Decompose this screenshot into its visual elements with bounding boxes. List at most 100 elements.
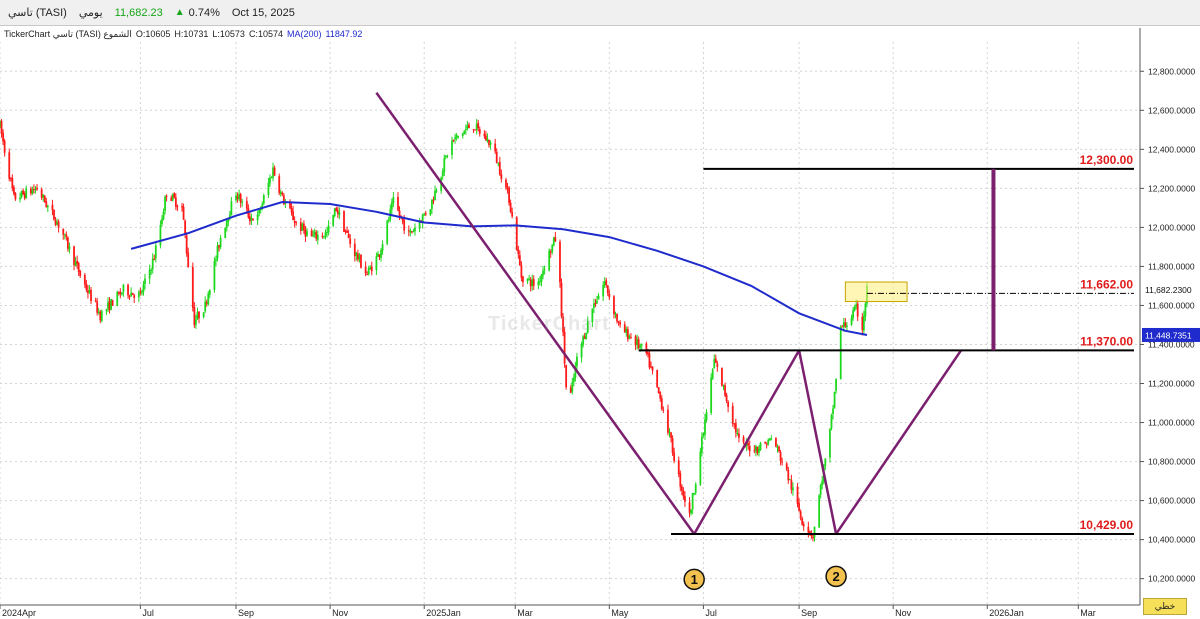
candle-body xyxy=(580,343,583,358)
candle-body xyxy=(153,259,156,261)
candle-body xyxy=(238,194,241,200)
y-tick-label: 11,800.0000 xyxy=(1148,261,1195,271)
candle-body xyxy=(515,217,518,251)
candle-body xyxy=(670,432,672,439)
candle-body xyxy=(241,201,244,203)
candle-body xyxy=(667,409,669,433)
candle-body xyxy=(355,252,358,256)
x-tick-label: Nov xyxy=(332,608,349,618)
candle-body xyxy=(738,433,740,438)
candle-body xyxy=(110,299,112,310)
candle-body xyxy=(441,171,444,177)
candle-body xyxy=(637,339,640,349)
candle-body xyxy=(626,328,629,340)
candle-body xyxy=(185,235,188,254)
candle-body xyxy=(548,250,551,271)
candle-body xyxy=(46,205,49,208)
candle-body xyxy=(392,197,395,204)
candle-body xyxy=(468,124,470,129)
candle-body xyxy=(8,152,11,179)
candle-body xyxy=(528,278,531,280)
candle-body xyxy=(560,282,563,317)
candle-body xyxy=(571,382,574,392)
candle-body xyxy=(540,274,543,282)
candle-body xyxy=(799,511,802,518)
candle-body xyxy=(312,235,315,237)
price-chart[interactable]: 12,300.00 11,662.00 11,370.00 10,429.00 1 2 1… xyxy=(0,0,1200,619)
candle-body xyxy=(821,480,824,485)
candle-body xyxy=(494,143,497,152)
ma-price-tag: 11,448.7351 xyxy=(1145,330,1192,340)
candle-body xyxy=(295,222,298,224)
candle-body xyxy=(184,220,187,235)
candle-body xyxy=(31,189,34,194)
candle-body xyxy=(360,254,362,268)
candle-body xyxy=(410,231,413,233)
candle-body xyxy=(22,190,25,195)
candle-body xyxy=(224,227,227,238)
candle-body xyxy=(182,206,185,220)
candle-body xyxy=(205,302,208,304)
candle-body xyxy=(796,486,799,504)
candle-body xyxy=(677,460,680,475)
candle-body xyxy=(636,339,639,345)
candle-body xyxy=(787,470,790,481)
candle-body xyxy=(647,352,649,354)
current-price-tag: 11,682.2300 xyxy=(1145,285,1192,295)
candle-body xyxy=(34,188,37,190)
candle-body xyxy=(407,230,410,232)
candle-body xyxy=(700,436,703,453)
candle-body xyxy=(218,245,220,248)
candle-body xyxy=(759,442,762,450)
candle-body xyxy=(315,232,318,239)
candle-body xyxy=(705,412,708,421)
candle-body xyxy=(596,300,598,304)
candle-body xyxy=(292,211,294,221)
pattern-line xyxy=(835,349,963,535)
candle-body xyxy=(20,190,23,198)
candle-body xyxy=(693,493,696,495)
candle-body xyxy=(798,503,800,511)
candle-body xyxy=(87,290,89,294)
candle-body xyxy=(434,190,436,201)
candle-body xyxy=(161,218,163,225)
candle-body xyxy=(171,194,174,201)
candle-body xyxy=(722,385,725,387)
candle-body xyxy=(51,204,54,211)
candle-body xyxy=(563,331,566,364)
candle-body xyxy=(770,438,773,440)
x-tick-label: 2026Jan xyxy=(989,608,1024,618)
candle-body xyxy=(83,274,86,285)
candle-body xyxy=(219,237,222,248)
candle-body xyxy=(53,209,55,220)
candle-body xyxy=(645,343,648,354)
candle-body xyxy=(343,211,345,232)
candle-body xyxy=(117,292,120,294)
candle-body xyxy=(377,253,379,257)
candle-body xyxy=(358,255,361,260)
candle-body xyxy=(807,526,810,533)
candle-body xyxy=(130,292,133,297)
candle-body xyxy=(463,130,466,135)
chart-type-button[interactable]: خطي xyxy=(1143,598,1187,615)
candle-body xyxy=(474,129,477,131)
candle-body xyxy=(349,238,352,245)
drawings[interactable]: 12,300.00 11,662.00 11,370.00 10,429.00 1 2 xyxy=(375,92,1134,591)
candle-body xyxy=(162,211,165,220)
candle-body xyxy=(370,266,373,272)
candle-body xyxy=(684,496,686,502)
candle-body xyxy=(694,484,697,493)
candle-body xyxy=(267,182,270,195)
candle-body xyxy=(518,255,521,266)
candle-body xyxy=(79,271,82,276)
candle-body xyxy=(690,509,692,514)
candle-body xyxy=(818,495,821,528)
candle-body xyxy=(754,446,757,451)
candle-body xyxy=(387,219,390,221)
candle-body xyxy=(593,303,595,308)
y-tick-label: 10,800.0000 xyxy=(1148,457,1196,467)
candle-body xyxy=(853,306,856,311)
candle-body xyxy=(832,408,834,415)
y-tick-label: 11,600.0000 xyxy=(1148,300,1195,310)
candle-body xyxy=(111,300,114,306)
